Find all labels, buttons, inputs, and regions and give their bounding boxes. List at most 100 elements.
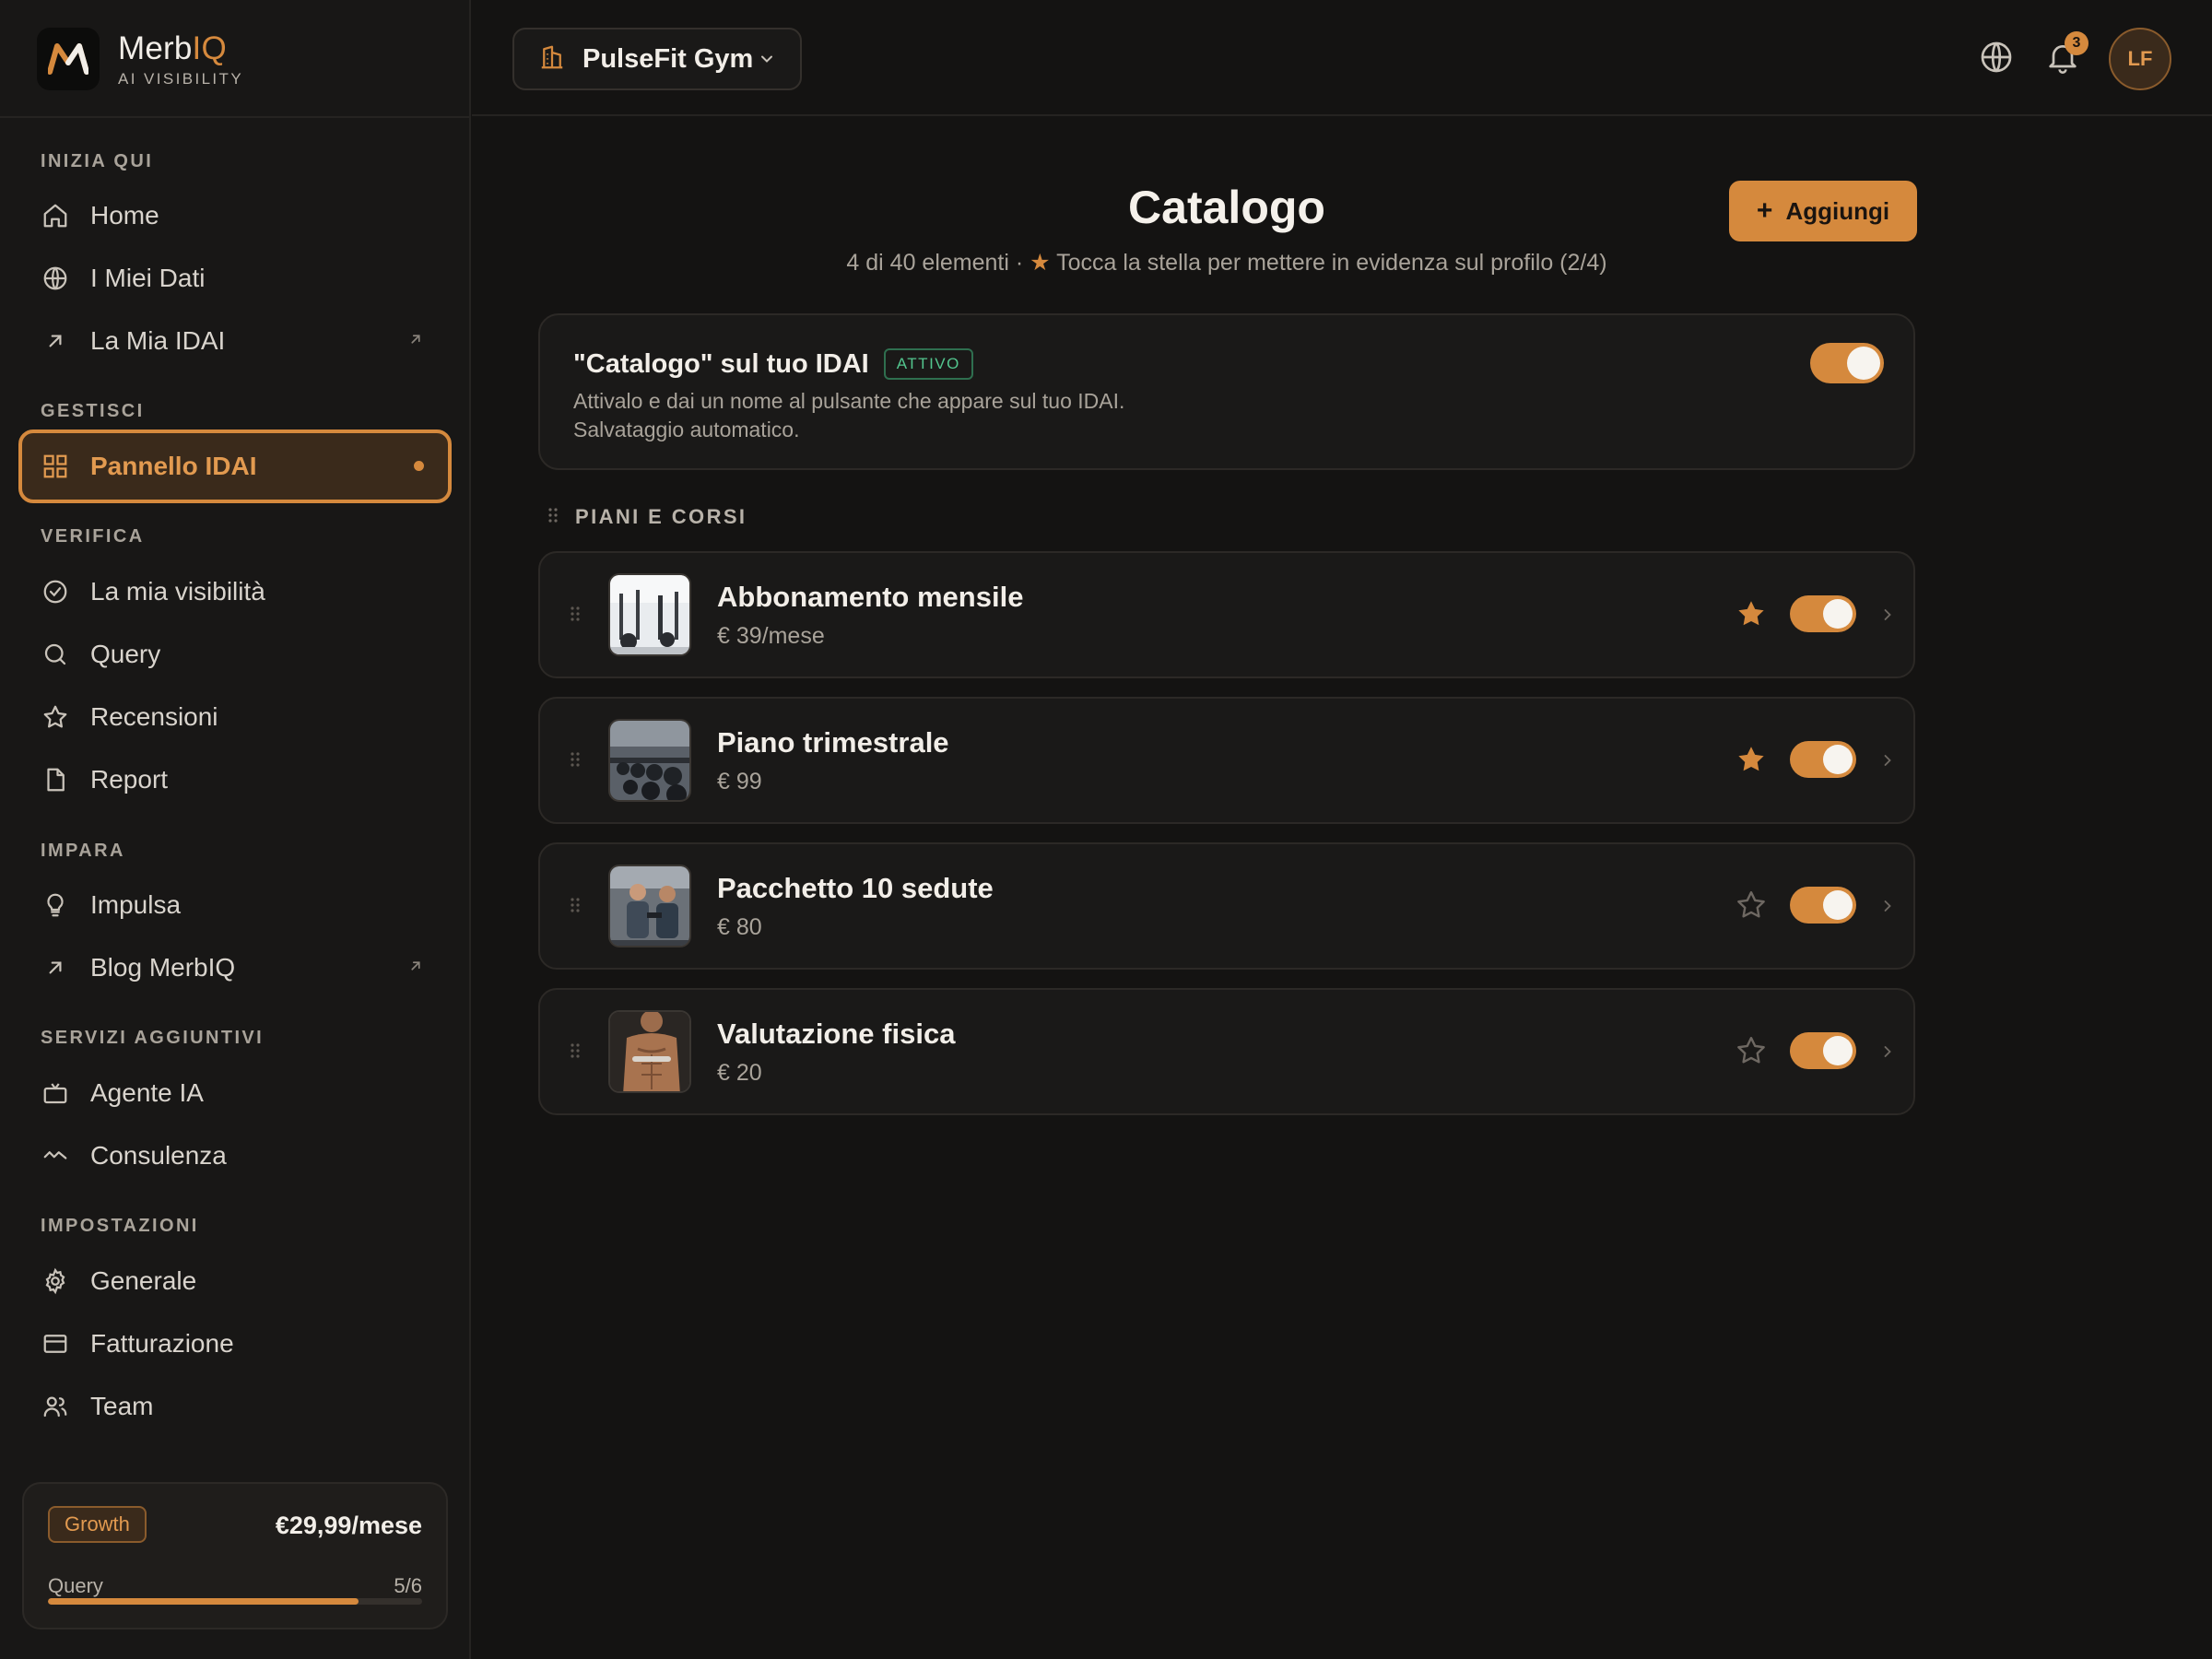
brand-logo-icon bbox=[37, 28, 100, 90]
toggle-knob bbox=[1823, 890, 1853, 920]
building-icon bbox=[538, 43, 566, 76]
avatar[interactable]: LF bbox=[2109, 28, 2171, 90]
document-icon bbox=[41, 765, 70, 794]
drag-handle-icon[interactable] bbox=[570, 896, 581, 919]
notification-count-badge: 3 bbox=[2065, 31, 2088, 55]
list-item[interactable]: Pacchetto 10 sedute € 80 bbox=[538, 842, 1915, 970]
sidebar-item-blog[interactable]: Blog MerbIQ bbox=[18, 937, 452, 998]
sidebar-item-report[interactable]: Report bbox=[18, 749, 452, 810]
page-title: Catalogo bbox=[1128, 182, 1325, 233]
sidebar-item-label: Consulenza bbox=[90, 1141, 227, 1170]
item-price: € 99 bbox=[717, 769, 762, 794]
toggle-knob bbox=[1823, 599, 1853, 629]
search-icon bbox=[41, 640, 70, 669]
item-visibility-toggle[interactable] bbox=[1790, 741, 1856, 778]
gear-icon bbox=[41, 1266, 70, 1296]
sidebar-item-label: La Mia IDAI bbox=[90, 326, 226, 355]
plan-badge: Growth bbox=[48, 1506, 147, 1543]
business-name: PulseFit Gym bbox=[582, 43, 754, 74]
group-header[interactable]: PIANI E CORSI bbox=[547, 505, 747, 529]
external-link-icon bbox=[407, 331, 424, 352]
star-filled-icon[interactable] bbox=[1735, 597, 1768, 635]
gauge-check-icon bbox=[41, 577, 70, 606]
sidebar-item-my-data[interactable]: I Miei Dati bbox=[18, 248, 452, 309]
language-button[interactable] bbox=[1976, 37, 2017, 77]
feature-title-row: "Catalogo" sul tuo IDAI ATTIVO bbox=[573, 348, 973, 380]
sidebar-item-reviews[interactable]: Recensioni bbox=[18, 687, 452, 747]
drag-handle-icon[interactable] bbox=[570, 1041, 581, 1065]
star-outline-icon[interactable] bbox=[1735, 1034, 1768, 1072]
plan-card[interactable]: Growth €29,99/mese Query 5/6 bbox=[22, 1482, 448, 1630]
sidebar-item-general[interactable]: Generale bbox=[18, 1251, 452, 1312]
chevron-down-icon bbox=[758, 50, 776, 73]
feature-toggle[interactable] bbox=[1810, 343, 1884, 383]
sidebar-item-home[interactable]: Home bbox=[18, 185, 452, 246]
globe-icon bbox=[1981, 41, 2012, 73]
external-link-icon bbox=[407, 958, 424, 979]
grid-icon bbox=[41, 452, 70, 481]
drag-handle-icon[interactable] bbox=[570, 750, 581, 773]
list-item[interactable]: Piano trimestrale € 99 bbox=[538, 697, 1915, 824]
toggle-knob bbox=[1823, 1036, 1853, 1065]
star-icon bbox=[41, 702, 70, 732]
item-thumbnail-dumbbell-rack bbox=[608, 719, 691, 802]
chevron-right-icon[interactable] bbox=[1878, 894, 1897, 923]
plan-usage-bar bbox=[48, 1598, 422, 1605]
section-label-learn: IMPARA bbox=[41, 841, 125, 861]
item-visibility-toggle[interactable] bbox=[1790, 595, 1856, 632]
sidebar-item-panel[interactable]: Pannello IDAI bbox=[18, 429, 452, 503]
plan-usage-fill bbox=[48, 1598, 359, 1605]
topbar: PulseFit Gym 3 LF bbox=[472, 0, 2212, 116]
featured-hint-text: Tocca la stella per mettere in evidenza … bbox=[1056, 250, 1607, 276]
chevron-right-icon[interactable] bbox=[1878, 603, 1897, 631]
drag-handle-icon[interactable] bbox=[547, 505, 559, 529]
star-outline-icon[interactable] bbox=[1735, 888, 1768, 926]
star-icon: ★ bbox=[1030, 250, 1051, 276]
section-label-manage: GESTISCI bbox=[41, 401, 145, 421]
lightbulb-icon bbox=[41, 890, 70, 920]
item-thumbnail-gym-machines bbox=[608, 573, 691, 656]
active-indicator-dot bbox=[414, 461, 424, 471]
group-label: PIANI E CORSI bbox=[575, 505, 747, 528]
catalog-feature-card: "Catalogo" sul tuo IDAI ATTIVO Attivalo … bbox=[538, 313, 1915, 470]
item-thumbnail-body-assessment bbox=[608, 1010, 691, 1093]
chevron-right-icon[interactable] bbox=[1878, 1040, 1897, 1068]
sidebar-item-label: Agente IA bbox=[90, 1078, 204, 1107]
business-selector[interactable]: PulseFit Gym bbox=[512, 28, 802, 90]
divider bbox=[0, 116, 471, 118]
section-label-verify: VERIFICA bbox=[41, 526, 145, 547]
list-item[interactable]: Abbonamento mensile € 39/mese bbox=[538, 551, 1915, 678]
sidebar-item-label: Report bbox=[90, 765, 169, 794]
sidebar-item-visibility[interactable]: La mia visibilità bbox=[18, 561, 452, 622]
brand-tagline: AI VISIBILITY bbox=[118, 69, 244, 88]
sidebar: MerbIQ AI VISIBILITY INIZIA QUI Home I M… bbox=[0, 0, 471, 1659]
list-item[interactable]: Valutazione fisica € 20 bbox=[538, 988, 1915, 1115]
item-visibility-toggle[interactable] bbox=[1790, 1032, 1856, 1069]
add-button[interactable]: + Aggiungi bbox=[1729, 181, 1917, 241]
status-badge: ATTIVO bbox=[883, 348, 973, 380]
star-filled-icon[interactable] bbox=[1735, 743, 1768, 781]
sidebar-item-query[interactable]: Query bbox=[18, 624, 452, 685]
sidebar-item-label: Recensioni bbox=[90, 702, 218, 731]
sidebar-item-impulsa[interactable]: Impulsa bbox=[18, 875, 452, 935]
sidebar-item-team[interactable]: Team bbox=[18, 1376, 452, 1437]
item-visibility-toggle[interactable] bbox=[1790, 887, 1856, 924]
feature-description-line: Salvataggio automatico. bbox=[573, 418, 800, 441]
sidebar-item-agent[interactable]: Agente IA bbox=[18, 1063, 452, 1124]
notifications-button[interactable]: 3 bbox=[2042, 31, 2088, 77]
section-label-services: SERVIZI AGGIUNTIVI bbox=[41, 1028, 265, 1048]
feature-description-line: Attivalo e dai un nome al pulsante che a… bbox=[573, 389, 1125, 413]
toggle-knob bbox=[1847, 347, 1880, 380]
home-icon bbox=[41, 201, 70, 230]
sidebar-item-consulting[interactable]: Consulenza bbox=[18, 1125, 452, 1186]
brand[interactable]: MerbIQ AI VISIBILITY bbox=[37, 28, 442, 90]
sidebar-item-my-idai[interactable]: La Mia IDAI bbox=[18, 311, 452, 371]
globe-icon bbox=[41, 264, 70, 293]
sidebar-item-billing[interactable]: Fatturazione bbox=[18, 1313, 452, 1374]
sidebar-item-label: I Miei Dati bbox=[90, 264, 206, 292]
item-price: € 20 bbox=[717, 1060, 762, 1086]
page-subtitle: 4 di 40 elementi · ★ Tocca la stella per… bbox=[538, 249, 1915, 276]
sidebar-item-label: Query bbox=[90, 640, 161, 668]
drag-handle-icon[interactable] bbox=[570, 605, 581, 628]
chevron-right-icon[interactable] bbox=[1878, 748, 1897, 777]
